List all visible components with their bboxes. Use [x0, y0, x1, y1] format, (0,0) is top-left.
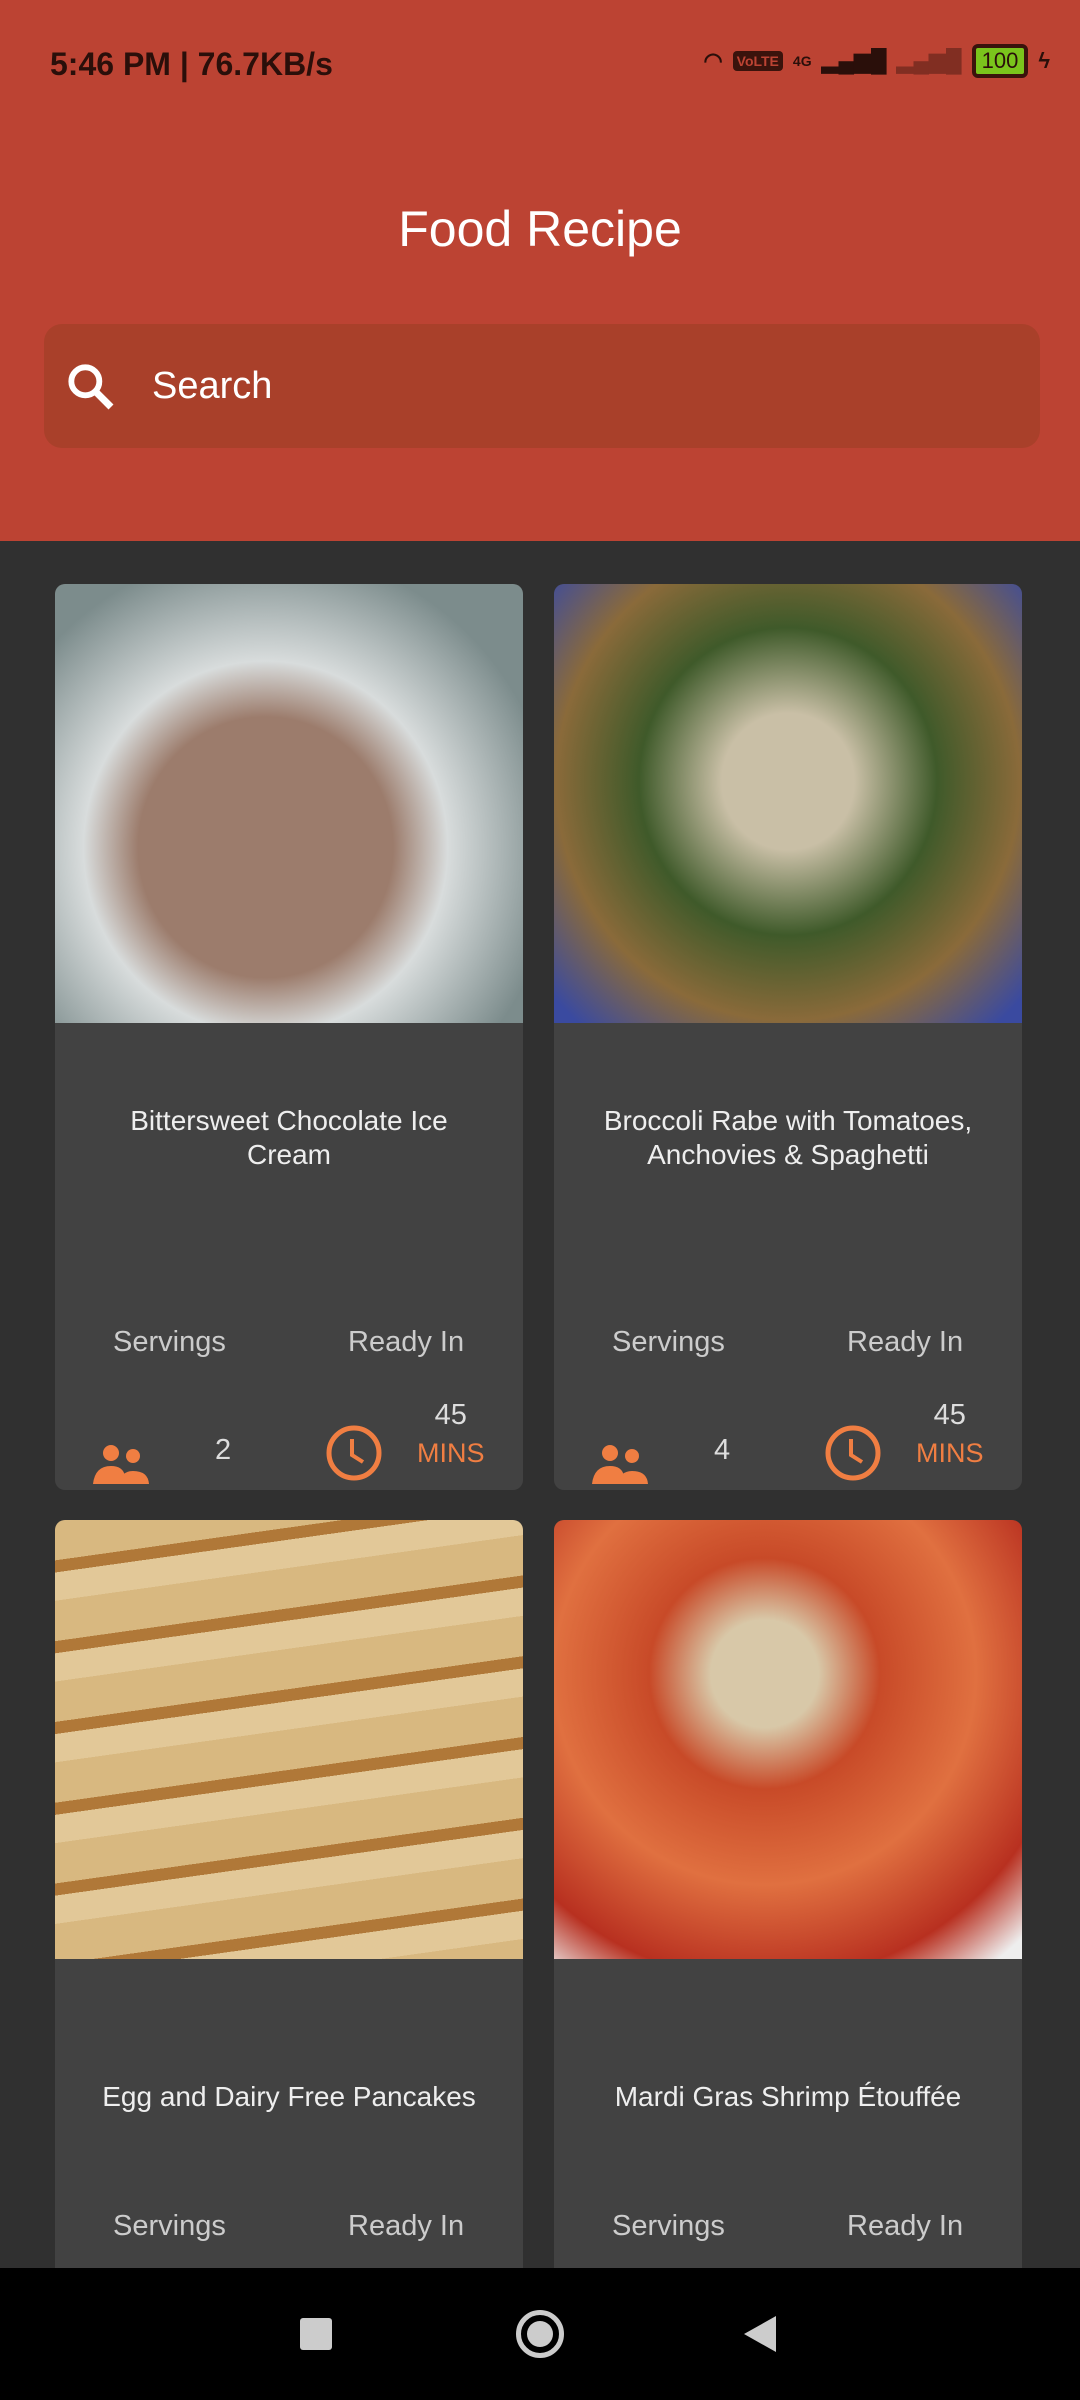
ready-in-label: Ready In — [348, 2210, 465, 2242]
ready-minutes: 45 — [434, 1399, 467, 1431]
ready-unit: MINS — [417, 1438, 485, 1468]
recipe-card[interactable]: Mardi Gras Shrimp Étouffée Servings Read… — [554, 1520, 1022, 2268]
signal-icon: ▂▄▆█ — [821, 48, 887, 73]
signal-2-icon: ▂▄▆█ — [896, 48, 962, 73]
recipe-name: Mardi Gras Shrimp Étouffée — [614, 2081, 962, 2112]
recipe-name: Broccoli Rabe with Tomatoes, Anchovies &… — [603, 1105, 973, 1170]
recipe-card[interactable]: Broccoli Rabe with Tomatoes, Anchovies &… — [554, 584, 1022, 1490]
recipe-image — [554, 584, 1022, 1023]
network-type: 4G — [792, 53, 812, 69]
charging-icon: ϟ — [1038, 48, 1050, 73]
servings-value: 2 — [215, 1434, 232, 1466]
ready-in-label: Ready In — [847, 2210, 964, 2242]
ready-in-value: 45 MINS — [417, 1396, 485, 1472]
system-nav-bar — [0, 2268, 1080, 2400]
home-button[interactable] — [516, 2310, 564, 2358]
ready-minutes: 45 — [933, 1399, 966, 1431]
volte-icon: VoLTE — [732, 51, 783, 71]
people-icon — [93, 1445, 149, 1484]
search-input[interactable] — [152, 364, 952, 408]
back-button[interactable] — [744, 2316, 776, 2352]
ready-unit: MINS — [916, 1438, 984, 1468]
status-icons: ◠ VoLTE 4G ▂▄▆█ ▂▄▆█ 100 ϟ — [703, 44, 1050, 78]
search-icon — [68, 364, 114, 410]
servings-label: Servings — [612, 1326, 725, 1358]
recipe-card[interactable]: Bittersweet Chocolate Ice Cream Servings… — [55, 584, 523, 1490]
servings-label: Servings — [612, 2210, 725, 2242]
recipe-image — [55, 1520, 523, 1959]
ready-in-label: Ready In — [348, 1326, 465, 1358]
recipe-card[interactable]: Egg and Dairy Free Pancakes Servings Rea… — [55, 1520, 523, 2268]
battery-icon: 100 — [971, 44, 1029, 78]
servings-value: 4 — [714, 1434, 731, 1466]
recipe-name: Egg and Dairy Free Pancakes — [102, 2081, 476, 2112]
page-title: Food Recipe — [398, 201, 682, 257]
recipe-grid[interactable]: Bittersweet Chocolate Ice Cream Servings… — [0, 541, 1080, 2268]
recipe-image — [554, 1520, 1022, 1959]
search-bar[interactable] — [44, 324, 1040, 448]
servings-label: Servings — [113, 2210, 226, 2242]
recipe-name: Bittersweet Chocolate Ice Cream — [130, 1105, 448, 1170]
status-bar: 5:46 PM | 76.7KB/s ◠ VoLTE 4G ▂▄▆█ ▂▄▆█ … — [0, 0, 1080, 130]
app-header: 5:46 PM | 76.7KB/s ◠ VoLTE 4G ▂▄▆█ ▂▄▆█ … — [0, 0, 1080, 541]
servings-label: Servings — [113, 1326, 226, 1358]
recipe-image — [55, 584, 523, 1023]
status-time: 5:46 PM | 76.7KB/s — [50, 46, 333, 82]
recents-button[interactable] — [300, 2318, 332, 2350]
people-icon — [592, 1445, 648, 1484]
clock-icon — [326, 1425, 382, 1481]
ready-in-value: 45 MINS — [916, 1396, 984, 1472]
clock-icon — [825, 1425, 881, 1481]
ready-in-label: Ready In — [847, 1326, 964, 1358]
wifi-icon: ◠ — [703, 48, 723, 73]
